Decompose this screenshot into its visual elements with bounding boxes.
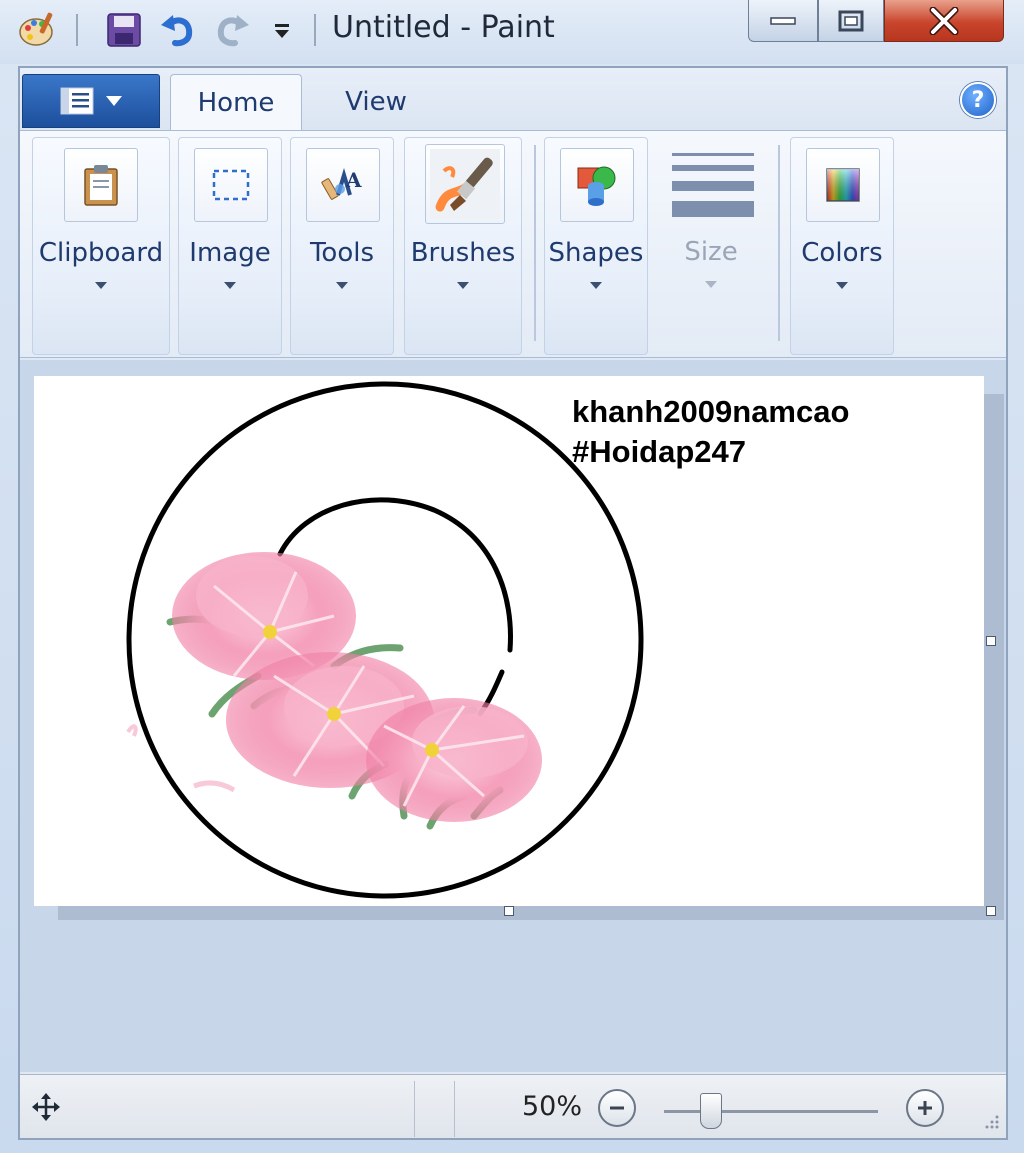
group-shapes[interactable]: Shapes bbox=[544, 137, 648, 355]
line-size-icon bbox=[672, 151, 754, 225]
resize-handle-right[interactable] bbox=[986, 636, 996, 646]
faint-brush-mark bbox=[126, 724, 138, 737]
minimize-button[interactable] bbox=[748, 0, 818, 42]
paint-app-icon[interactable] bbox=[18, 10, 58, 50]
qat-separator bbox=[76, 14, 78, 46]
chevron-down-icon bbox=[590, 282, 602, 289]
canvas-area: khanh2009namcao #Hoidap247 bbox=[20, 360, 1006, 1072]
paint-window: Home View ? Clipboard Image A Tools Brus… bbox=[18, 66, 1008, 1140]
drawing bbox=[126, 381, 644, 899]
customize-qat-icon[interactable] bbox=[262, 10, 302, 50]
zoom-out-button[interactable] bbox=[598, 1089, 636, 1127]
group-label-clipboard: Clipboard bbox=[38, 238, 164, 268]
ribbon-tabs: Home View ? bbox=[20, 68, 1006, 130]
plus-icon bbox=[918, 1101, 932, 1115]
chevron-down-icon bbox=[106, 96, 122, 106]
flower-3 bbox=[366, 698, 542, 822]
group-brushes[interactable]: Brushes bbox=[404, 137, 522, 355]
save-icon[interactable] bbox=[104, 10, 144, 50]
zoom-in-button[interactable] bbox=[906, 1089, 944, 1127]
status-bar: 50% bbox=[20, 1074, 1006, 1138]
move-cursor-icon bbox=[32, 1093, 60, 1125]
select-rectangle-icon bbox=[194, 148, 268, 222]
tools-icon: A bbox=[306, 148, 380, 222]
canvas-text-line-1: khanh2009namcao bbox=[572, 394, 850, 429]
paint-menu-button[interactable] bbox=[22, 74, 160, 128]
qat-separator bbox=[314, 14, 316, 46]
close-button[interactable] bbox=[884, 0, 1004, 42]
group-label-tools: Tools bbox=[309, 238, 375, 268]
resize-grip-icon[interactable] bbox=[982, 1112, 1000, 1134]
clipboard-icon bbox=[64, 148, 138, 222]
color-palette-icon bbox=[806, 148, 880, 222]
group-label-shapes: Shapes bbox=[548, 238, 644, 268]
group-label-brushes: Brushes bbox=[410, 238, 516, 268]
brush-icon bbox=[425, 144, 505, 224]
chevron-down-icon bbox=[457, 282, 469, 289]
window-title: Untitled - Paint bbox=[332, 10, 555, 45]
group-size: Size bbox=[656, 137, 766, 355]
ribbon-separator bbox=[534, 145, 536, 341]
canvas-text-line-2: #Hoidap247 bbox=[572, 434, 747, 469]
drawing-canvas[interactable]: khanh2009namcao #Hoidap247 bbox=[34, 376, 984, 906]
chevron-down-icon bbox=[95, 282, 107, 289]
ribbon-separator bbox=[778, 145, 780, 341]
zoom-slider-thumb[interactable] bbox=[700, 1093, 722, 1129]
group-colors[interactable]: Colors bbox=[790, 137, 894, 355]
paint-menu-icon bbox=[60, 87, 94, 115]
maximize-icon bbox=[838, 10, 864, 31]
status-separator bbox=[454, 1081, 455, 1137]
zoom-slider-track[interactable] bbox=[664, 1110, 878, 1113]
shapes-icon bbox=[560, 148, 634, 222]
title-bar: Untitled - Paint bbox=[0, 0, 1024, 64]
minimize-icon bbox=[770, 16, 796, 25]
chevron-down-icon bbox=[705, 281, 717, 288]
close-icon bbox=[929, 6, 959, 35]
ribbon-home: Clipboard Image A Tools Brushes Shapes S… bbox=[20, 130, 1006, 358]
group-image[interactable]: Image bbox=[178, 137, 282, 355]
minus-icon bbox=[610, 1106, 624, 1110]
chevron-down-icon bbox=[836, 282, 848, 289]
group-label-colors: Colors bbox=[801, 238, 883, 268]
help-button[interactable]: ? bbox=[960, 82, 996, 118]
maximize-button[interactable] bbox=[818, 0, 884, 42]
redo-icon[interactable] bbox=[212, 10, 252, 50]
tab-home[interactable]: Home bbox=[170, 74, 302, 130]
help-icon: ? bbox=[971, 87, 985, 113]
svg-text:A: A bbox=[345, 168, 362, 192]
tab-view[interactable]: View bbox=[320, 74, 432, 130]
undo-icon[interactable] bbox=[158, 10, 198, 50]
group-clipboard[interactable]: Clipboard bbox=[32, 137, 170, 355]
zoom-level: 50% bbox=[522, 1091, 583, 1122]
status-separator bbox=[414, 1081, 415, 1137]
group-tools[interactable]: A Tools bbox=[290, 137, 394, 355]
resize-handle-bottom[interactable] bbox=[504, 906, 514, 916]
resize-handle-corner[interactable] bbox=[986, 906, 996, 916]
group-label-image: Image bbox=[189, 238, 271, 268]
chevron-down-icon bbox=[336, 282, 348, 289]
group-label-size: Size bbox=[684, 237, 738, 267]
chevron-down-icon bbox=[224, 282, 236, 289]
faint-brush-mark bbox=[193, 780, 236, 793]
